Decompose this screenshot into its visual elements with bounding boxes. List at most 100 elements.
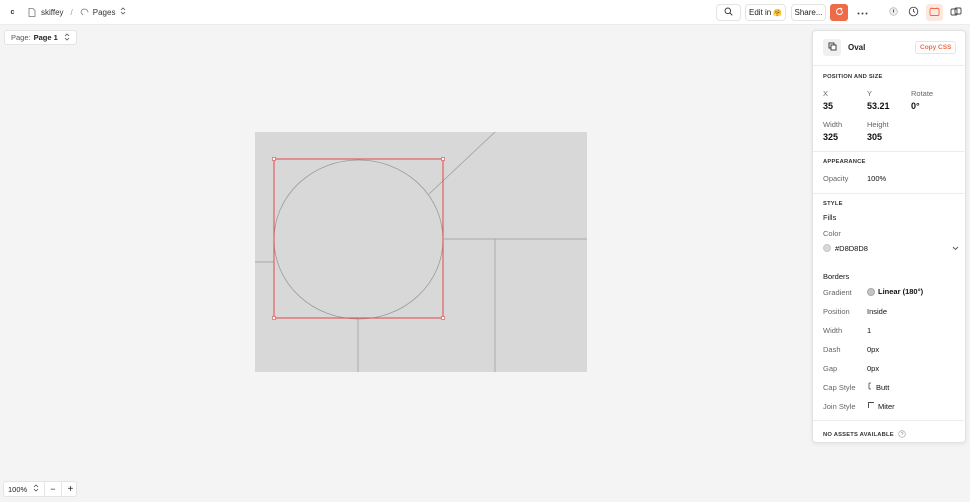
info-button[interactable] (885, 4, 902, 21)
diagonal-line (428, 132, 496, 195)
color-row[interactable]: #D8D8D8 (823, 243, 959, 253)
join-style-value: Miter (878, 401, 895, 411)
x-label: X (823, 89, 829, 98)
gap-value: 0px (867, 364, 880, 373)
refresh-icon (835, 7, 844, 18)
more-button[interactable] (854, 4, 871, 21)
zoom-control: 100% − + (3, 481, 77, 497)
gradient-swatch (867, 287, 875, 296)
width-value: 325 (823, 132, 839, 142)
more-icon (857, 8, 868, 17)
pages-icon (80, 8, 89, 17)
gap-label: Gap (823, 364, 838, 373)
history-button[interactable] (905, 4, 922, 21)
color-label: Color (823, 229, 841, 238)
chevron-down-icon[interactable] (952, 244, 959, 253)
page-select-value: Page 1 (33, 33, 58, 42)
color-swatch (823, 244, 831, 252)
fills-label: Fills (823, 213, 837, 222)
join-style-label: Join Style (823, 402, 856, 411)
artboard-drawing (255, 132, 587, 372)
border-position-label: Position (823, 307, 850, 316)
refresh-button[interactable] (830, 4, 848, 21)
copy-css-button[interactable]: Copy CSS (915, 41, 957, 54)
width-label: Width (823, 120, 843, 129)
y-label: Y (867, 89, 873, 98)
hugging-face-icon: 🤗 (773, 9, 782, 17)
style-title: STYLE (823, 201, 843, 207)
share-button[interactable]: Share... (791, 4, 826, 21)
opacity-label: Opacity (823, 174, 849, 183)
components-button[interactable] (947, 4, 964, 21)
info-icon (889, 7, 898, 18)
zoom-value[interactable]: 100% (8, 485, 27, 494)
cap-butt-icon (867, 382, 873, 392)
chevron-updown-icon (64, 32, 70, 43)
page-select-label: Page: (11, 33, 31, 42)
frame-icon (828, 42, 837, 53)
panel-divider (813, 65, 967, 66)
layer-type-badge (823, 39, 841, 56)
join-style-row: Miter (867, 401, 895, 411)
no-assets-label: NO ASSETS AVAILABLE (823, 432, 894, 438)
top-bar: c skiffey / Pages Edit in 🤗 Share... (0, 0, 970, 25)
breadcrumb-pages[interactable]: Pages (93, 8, 116, 17)
chevron-updown-icon[interactable] (120, 7, 126, 17)
edit-in-button[interactable]: Edit in 🤗 (745, 4, 786, 21)
borders-label: Borders (823, 272, 850, 281)
edit-in-label: Edit in (749, 8, 772, 17)
position-size-title: POSITION AND SIZE (823, 74, 883, 80)
search-icon (724, 7, 733, 18)
gradient-label: Gradient (823, 288, 852, 297)
gradient-value: Linear (180°) (878, 287, 924, 296)
panel-divider (813, 151, 967, 152)
inspect-button[interactable] (926, 4, 943, 21)
share-label: Share... (794, 8, 823, 17)
cap-style-value: Butt (876, 382, 890, 392)
resize-handle[interactable] (272, 316, 276, 320)
artboard[interactable] (255, 132, 587, 372)
join-miter-icon (867, 401, 875, 411)
zoom-divider (61, 481, 63, 497)
app-logo[interactable]: c (6, 6, 19, 19)
breadcrumb: skiffey / Pages (28, 7, 126, 17)
rotate-value: 0° (911, 101, 920, 111)
zoom-in-button[interactable]: + (67, 484, 73, 495)
help-icon[interactable] (898, 430, 906, 440)
breadcrumb-project[interactable]: skiffey (41, 8, 64, 17)
oval-shape[interactable] (273, 159, 444, 320)
opacity-value: 100% (867, 174, 887, 183)
components-icon (950, 7, 962, 19)
y-value: 53.21 (867, 101, 890, 111)
element-name: Oval (848, 43, 866, 52)
cap-style-label: Cap Style (823, 383, 856, 392)
breadcrumb-separator: / (70, 7, 73, 17)
border-width-label: Width (823, 326, 843, 335)
border-position-value: Inside (867, 307, 888, 316)
chevron-updown-icon[interactable] (33, 484, 39, 494)
cap-style-row: Butt (867, 382, 889, 392)
border-width-value: 1 (867, 326, 872, 335)
panel-divider (813, 193, 967, 194)
panel-divider (813, 420, 967, 421)
assets-row: NO ASSETS AVAILABLE (823, 430, 906, 440)
rotate-label: Rotate (911, 89, 934, 98)
resize-handle[interactable] (272, 157, 276, 161)
inspect-icon (929, 7, 940, 19)
search-button[interactable] (716, 4, 741, 21)
height-label: Height (867, 120, 889, 129)
history-icon (908, 6, 919, 19)
color-value: #D8D8D8 (835, 243, 868, 253)
height-value: 305 (867, 132, 883, 142)
inspect-panel: Oval Copy CSS POSITION AND SIZE X 35 Y 5… (812, 30, 967, 443)
zoom-out-button[interactable]: − (50, 484, 55, 494)
resize-handle[interactable] (441, 316, 445, 320)
dash-label: Dash (823, 345, 841, 354)
appearance-title: APPEARANCE (823, 159, 866, 165)
gradient-row: Linear (180°) (867, 287, 923, 296)
dash-value: 0px (867, 345, 880, 354)
zoom-divider (44, 481, 46, 497)
page-selector[interactable]: Page: Page 1 (4, 30, 77, 45)
resize-handle[interactable] (441, 157, 445, 161)
file-icon (28, 7, 36, 17)
